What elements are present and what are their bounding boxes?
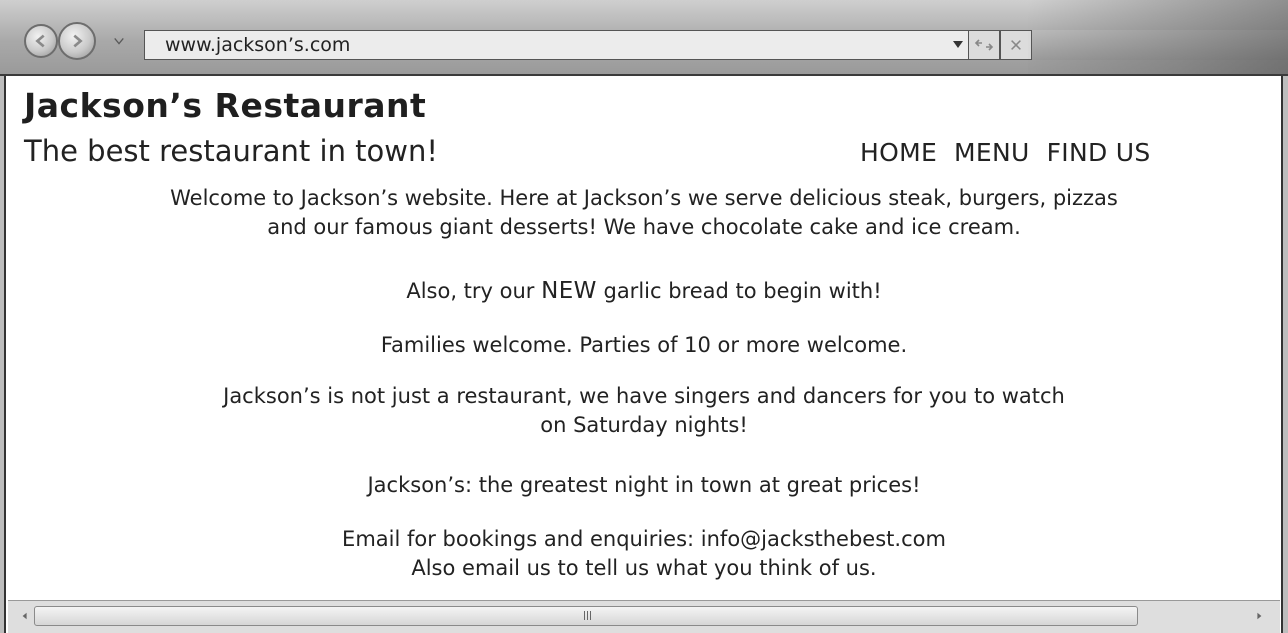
refresh-button[interactable] [968, 30, 1000, 60]
forward-button[interactable] [58, 22, 96, 60]
dropdown-triangle-icon[interactable] [952, 38, 964, 50]
site-title: Jackson’s Restaurant [24, 86, 427, 125]
site-tagline: The best restaurant in town! [24, 134, 439, 168]
welcome-line-1: Welcome to Jackson’s website. Here at Ja… [170, 186, 1118, 210]
history-dropdown-button[interactable] [112, 34, 126, 48]
welcome-paragraph: Welcome to Jackson’s website. Here at Ja… [8, 184, 1280, 242]
refresh-icon [974, 39, 994, 51]
site-nav: HOME MENU FIND US [860, 138, 1151, 167]
new-emphasis: NEW [541, 278, 597, 304]
scroll-right-icon [1257, 612, 1262, 620]
stop-x-icon [1011, 40, 1021, 50]
garlic-bread-paragraph: Also, try our NEW garlic bread to begin … [8, 277, 1280, 306]
entertainment-line-1: Jackson’s is not just a restaurant, we h… [223, 384, 1065, 408]
browser-toolbar: www.jackson’s.com [0, 0, 1288, 76]
welcome-line-2: and our famous giant desserts! We have c… [267, 215, 1021, 239]
contact-paragraph: Email for bookings and enquiries: info@j… [8, 525, 1280, 583]
scroll-right-button[interactable] [1252, 609, 1266, 623]
contact-line-1: Email for bookings and enquiries: info@j… [342, 527, 946, 551]
slogan-paragraph: Jackson’s: the greatest night in town at… [367, 473, 921, 497]
nav-home-link[interactable]: HOME [860, 138, 937, 167]
back-arrow-icon [35, 34, 45, 48]
grip-icon [581, 611, 593, 621]
scroll-left-icon [22, 612, 27, 620]
scrollbar-thumb[interactable] [34, 606, 1138, 626]
contact-line-2: Also email us to tell us what you think … [411, 556, 877, 580]
scroll-left-button[interactable] [18, 609, 32, 623]
nav-menu-link[interactable]: MENU [954, 138, 1030, 167]
entertainment-line-2: on Saturday nights! [540, 413, 748, 437]
window-border-right [1281, 76, 1288, 633]
address-bar[interactable]: www.jackson’s.com [144, 30, 968, 60]
entertainment-paragraph: Jackson’s is not just a restaurant, we h… [8, 382, 1280, 440]
garlic-text-after: garlic bread to begin with! [596, 279, 882, 303]
forward-arrow-icon [73, 34, 83, 48]
horizontal-scrollbar[interactable] [8, 600, 1280, 633]
chevron-down-icon [114, 38, 124, 45]
toolbar-tail [1032, 30, 1288, 60]
nav-find-us-link[interactable]: FIND US [1047, 138, 1151, 167]
back-button[interactable] [24, 24, 58, 58]
garlic-text-before: Also, try our [406, 279, 542, 303]
window-border-left [0, 76, 6, 633]
families-paragraph: Families welcome. Parties of 10 or more … [380, 333, 908, 357]
address-text[interactable]: www.jackson’s.com [165, 34, 350, 56]
page-content: Jackson’s Restaurant The best restaurant… [8, 78, 1280, 599]
stop-button[interactable] [1000, 30, 1032, 60]
